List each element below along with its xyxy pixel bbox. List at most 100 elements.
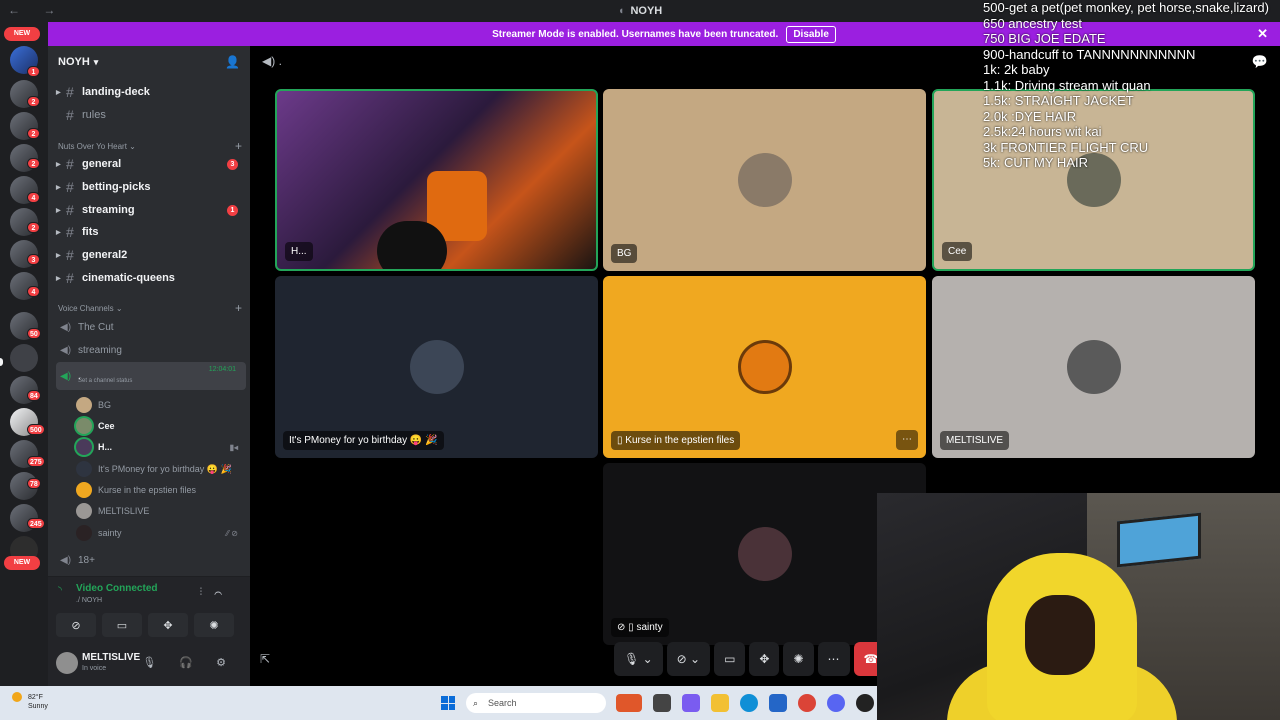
app-icon[interactable] <box>653 694 671 712</box>
window-title-text: NOYH <box>630 5 663 17</box>
channel-general[interactable]: ▶ # general 3 <box>56 154 246 174</box>
server-badge: 78 <box>27 478 41 489</box>
member-name: sainty <box>98 528 122 538</box>
video-tile[interactable]: It's PMoney for yo birthday 😛 🎉 <box>275 276 598 458</box>
guild-name: NOYH <box>58 56 90 68</box>
video-tile[interactable]: ▯ Kurse in the epstien files ⋯ <box>603 276 926 458</box>
tile-name: BG <box>611 244 638 263</box>
caret-icon: ▶ <box>56 184 61 191</box>
more-button[interactable]: ⋯ <box>817 642 850 676</box>
goal-item: 2.0k :DYE HAIR <box>983 108 1077 124</box>
avatar <box>737 340 792 394</box>
user-controls[interactable]: 🎙 🎧 ⚙ <box>142 656 236 669</box>
activities-button[interactable]: ✥ <box>148 613 188 637</box>
edge-icon[interactable] <box>740 694 758 712</box>
streamer-mode-text: Streamer Mode is enabled. Usernames have… <box>492 28 779 40</box>
channel-streaming[interactable]: ▶ # streaming 1 <box>56 200 246 220</box>
video-tile[interactable]: H... <box>275 89 598 271</box>
copilot-icon[interactable] <box>682 694 700 712</box>
tile-name: ⊘ ▯ sainty <box>611 618 669 637</box>
avatar[interactable] <box>56 652 78 674</box>
goal-item: 750 BIG JOE EDATE <box>983 31 1106 46</box>
channel-betting-picks[interactable]: ▶ # betting-picks <box>56 177 246 197</box>
voice-member[interactable]: H... ▮◂ <box>76 437 246 457</box>
disable-button[interactable]: Disable <box>786 25 836 43</box>
voice-member[interactable]: It's PMoney for yo birthday 😛 🎉 <box>76 459 246 479</box>
windows-start-icon[interactable] <box>441 696 455 710</box>
activities-button[interactable]: ✥ <box>749 642 780 676</box>
voice-status[interactable]: Video Connected <box>76 583 158 594</box>
hash-icon: # <box>66 202 74 218</box>
more-options-button[interactable]: ⋯ <box>896 430 918 450</box>
avatar <box>76 397 92 413</box>
channel-general2[interactable]: ▶ # general2 <box>56 245 246 265</box>
guild-header[interactable]: NOYH ▾ 👤 <box>48 46 250 78</box>
add-channel-icon[interactable]: + <box>235 139 242 153</box>
video-tile[interactable]: MELTISLIVE <box>932 276 1255 458</box>
screen-share-button[interactable]: ▭ <box>102 613 142 637</box>
goal-item: 650 ancestry test <box>983 15 1082 31</box>
muted-icons: ⁄⁄ ⊘ <box>226 528 238 538</box>
voice-member[interactable]: Kurse in the epstien files <box>76 480 246 500</box>
chrome-icon[interactable] <box>798 694 816 712</box>
voice-channel-active[interactable]: ◀). 12:04:01 Set a channel status <box>56 362 246 390</box>
selected-pill <box>0 358 3 366</box>
disconnect-icons[interactable]: ⫶⌒ <box>200 587 234 598</box>
member-name: Cee <box>98 421 115 431</box>
voice-member[interactable]: sainty ⁄⁄ ⊘ <box>76 523 246 543</box>
voice-member[interactable]: MELTISLIVE <box>76 501 246 521</box>
voice-member[interactable]: Cee <box>76 416 246 436</box>
server-badge: 84 <box>27 390 41 401</box>
channel-label: betting-picks <box>82 181 151 193</box>
avatar <box>76 503 92 519</box>
voice-channel-streaming[interactable]: ◀) streaming <box>56 340 246 360</box>
voice-member[interactable]: BG <box>76 395 246 415</box>
channel-rules[interactable]: # rules <box>56 105 246 125</box>
channel-cinematic-queens[interactable]: ▶ # cinematic-queens <box>56 268 246 288</box>
new-badge: NEW <box>4 556 40 570</box>
store-icon[interactable] <box>769 694 787 712</box>
add-member-icon[interactable]: 👤 <box>225 55 240 69</box>
hash-icon: # <box>66 270 74 286</box>
soundboard-button[interactable]: ✺ <box>783 642 814 676</box>
avatar <box>1066 340 1121 394</box>
taskbar: 82°F Sunny ⌕ Search <box>0 686 877 720</box>
channel-fits[interactable]: ▶ # fits <box>56 222 246 242</box>
video-tile[interactable]: BG <box>603 89 926 271</box>
discord-icon[interactable] <box>827 694 845 712</box>
speaker-icon: ◀) <box>60 321 72 333</box>
voice-channel-the-cut[interactable]: ◀) The Cut <box>56 317 246 337</box>
category-header[interactable]: Nuts Over Yo Heart ⌄ + <box>58 138 244 154</box>
add-channel-icon[interactable]: + <box>235 301 242 315</box>
unread-badge: 1 <box>227 204 238 216</box>
channel-landing-deck[interactable]: ▶ # landing-deck <box>56 82 246 102</box>
obs-icon[interactable] <box>856 694 874 712</box>
person-silhouette <box>377 221 447 269</box>
caret-icon: ▶ <box>56 207 61 214</box>
mute-button[interactable]: 🎙 ⌄ <box>614 642 663 676</box>
popout-icon[interactable]: ⇱ <box>260 652 270 666</box>
channel-label: streaming <box>82 204 135 216</box>
taskbar-search[interactable]: ⌕ Search <box>466 693 606 713</box>
app-icon[interactable] <box>616 694 642 712</box>
camera-off-button[interactable]: ⊘ <box>56 613 96 637</box>
camera-icon: ▮◂ <box>229 442 238 452</box>
server-badge: 275 <box>27 456 45 467</box>
file-explorer-icon[interactable] <box>711 694 729 712</box>
unread-badge: 3 <box>227 158 238 170</box>
tile-name-text: Kurse in the epstien files <box>625 435 735 446</box>
server-icon[interactable] <box>10 344 38 372</box>
channel-status-link[interactable]: Set a channel status <box>78 378 132 384</box>
camera-toggle-button[interactable]: ⊘ ⌄ <box>666 642 711 676</box>
voice-channel-18plus[interactable]: ◀) 18+ <box>56 550 246 570</box>
back-forward-icons[interactable]: ← → <box>8 3 65 17</box>
screen-share-button[interactable]: ▭ <box>714 642 746 676</box>
voice-channel-label: 18+ <box>78 554 95 566</box>
weather-widget[interactable]: 82°F Sunny <box>12 692 48 711</box>
speaker-icon: ◀) <box>60 370 72 382</box>
goal-item: 3k FRONTIER FLIGHT CRU <box>983 139 1149 155</box>
speaker-icon: ◀) <box>60 554 72 566</box>
goal-item: 900-handcuff to TANNNNNNNNNNN <box>983 46 1196 62</box>
soundboard-button[interactable]: ✺ <box>194 613 234 637</box>
category-header[interactable]: Voice Channels ⌄ + <box>58 300 244 316</box>
